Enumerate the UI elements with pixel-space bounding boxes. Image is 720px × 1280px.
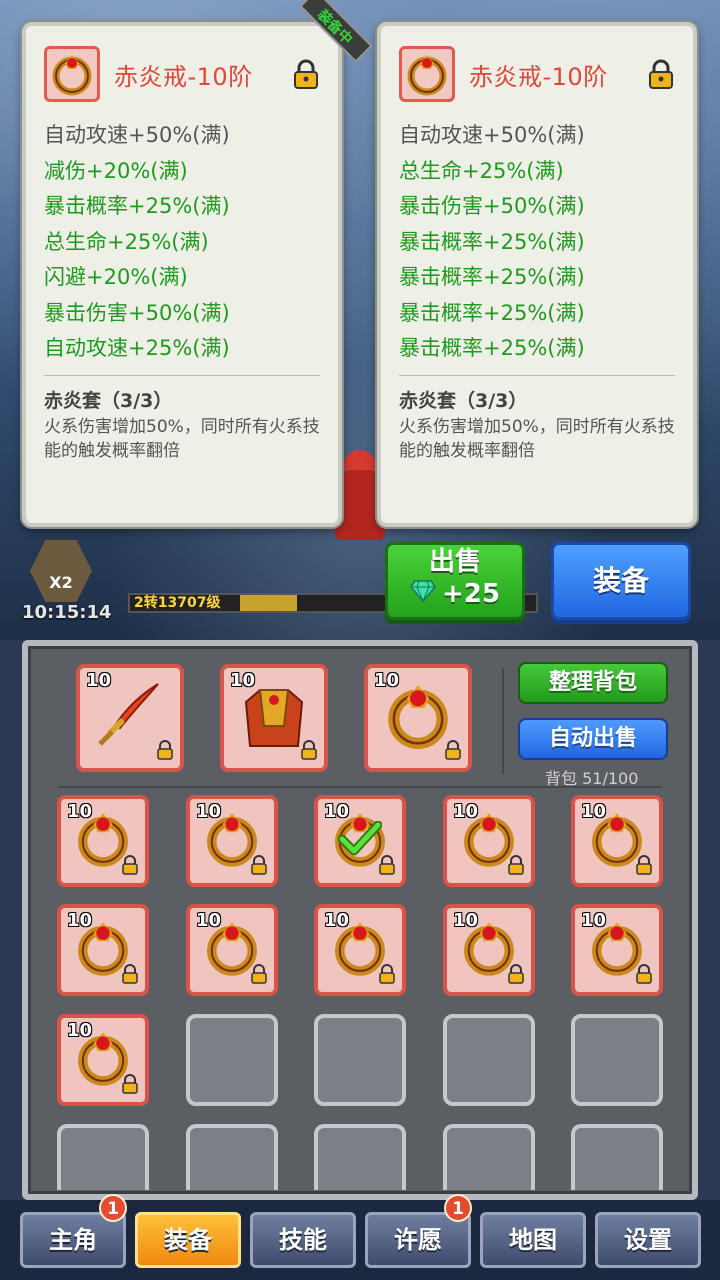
set-description: 火系伤害增加50%，同时所有火系技能的触发概率翻倍 [399, 416, 675, 461]
stat-line: 自动攻速+25%(满) [44, 336, 230, 360]
bag-item-slot[interactable]: 10 [443, 795, 535, 887]
stat-line: 暴击伤害+50%(满) [44, 300, 230, 325]
set-description: 火系伤害增加50%，同时所有火系技能的触发概率翻倍 [44, 416, 320, 461]
bag-item-slot[interactable]: 10 [314, 904, 406, 996]
stat-line: 总生命+25%(满) [399, 158, 564, 183]
empty-bag-slot[interactable] [443, 1124, 535, 1190]
sell-button[interactable]: 出售 +25 [385, 542, 525, 620]
notification-badge: 1 [99, 1194, 127, 1222]
ring-icon [44, 46, 100, 102]
item-stats-list: 自动攻速+50%(满) 减伤+20%(满) 暴击概率+25%(满) 总生命+25%(满… [44, 118, 320, 367]
auto-sell-button[interactable]: 自动出售 [518, 718, 668, 760]
lock-icon [635, 855, 653, 879]
lock-icon [121, 855, 139, 879]
stat-line: 自动攻速+50%(满) [44, 123, 230, 147]
equip-button[interactable]: 装备 [551, 542, 691, 620]
bag-item-slot[interactable]: 10 [186, 795, 278, 887]
stat-line: 减伤+20%(满) [44, 158, 188, 183]
item-stats-list: 自动攻速+50%(满) 总生命+25%(满) 暴击伤害+50%(满) 暴击概率+25%… [399, 118, 675, 367]
sell-label: 出售 [428, 547, 481, 577]
nav-tab[interactable]: 设置 [595, 1212, 701, 1268]
bag-item-slot[interactable]: 10 [314, 795, 406, 887]
stat-line: 暴击概率+25%(满) [399, 265, 585, 289]
empty-bag-slot[interactable] [314, 1014, 406, 1106]
stat-line: 暴击概率+25%(满) [44, 194, 230, 218]
lock-icon[interactable] [292, 59, 320, 89]
equipped-weapon-slot[interactable]: 10 [76, 664, 184, 772]
lock-icon [635, 964, 653, 988]
lock-icon[interactable] [647, 59, 675, 89]
empty-bag-slot[interactable] [571, 1014, 663, 1106]
bag-item-slot[interactable]: 10 [57, 795, 149, 887]
stat-line: 总生命+25%(满) [44, 229, 209, 254]
item-detail-card-equipped: 赤炎戒-10阶 自动攻速+50%(满) 减伤+20%(满) 暴击概率+25%(满) 总… [22, 22, 342, 527]
set-title: 赤炎套（3/3） [399, 389, 528, 412]
stat-line: 自动攻速+50%(满) [399, 123, 585, 147]
notification-badge: 1 [444, 1194, 472, 1222]
lock-icon [300, 740, 318, 764]
lock-icon [250, 964, 268, 988]
item-title: 赤炎戒-10阶 [469, 62, 608, 91]
lock-icon [121, 964, 139, 988]
bag-item-slot[interactable]: 10 [571, 904, 663, 996]
empty-bag-slot[interactable] [57, 1124, 149, 1190]
lock-icon [156, 740, 174, 764]
empty-bag-slot[interactable] [186, 1014, 278, 1106]
lock-icon [507, 964, 525, 988]
clock-text: 10:15:14 [22, 602, 112, 623]
empty-bag-slot[interactable] [443, 1014, 535, 1106]
stat-line: 暴击概率+25%(满) [399, 300, 585, 325]
stat-line: 闪避+20%(满) [44, 265, 188, 289]
level-text: 2转13707级 [134, 595, 221, 611]
gem-icon [410, 579, 436, 609]
level-progress-fill [240, 595, 297, 611]
nav-tab[interactable]: 地图 [480, 1212, 586, 1268]
bag-item-slot[interactable]: 10 [443, 904, 535, 996]
item-title: 赤炎戒-10阶 [114, 62, 253, 91]
equipped-armor-slot[interactable]: 10 [220, 664, 328, 772]
bag-item-slot[interactable]: 10 [186, 904, 278, 996]
ring-icon [399, 46, 455, 102]
selected-check-icon [337, 820, 383, 861]
sell-gain-value: +25 [442, 579, 500, 609]
empty-bag-slot[interactable] [314, 1124, 406, 1190]
empty-bag-slot[interactable] [571, 1124, 663, 1190]
divider [58, 786, 662, 788]
bag-item-slot[interactable]: 10 [57, 904, 149, 996]
lock-icon [378, 964, 396, 988]
empty-bag-slot[interactable] [186, 1124, 278, 1190]
stat-line: 暴击伤害+50%(满) [399, 194, 585, 218]
lock-icon [250, 855, 268, 879]
sort-bag-button[interactable]: 整理背包 [518, 662, 668, 704]
lock-icon [444, 740, 462, 764]
bag-item-slot[interactable]: 10 [57, 1014, 149, 1106]
lock-icon [378, 855, 396, 879]
nav-tab[interactable]: 装备 [135, 1212, 241, 1268]
divider [44, 374, 320, 376]
divider [399, 374, 675, 376]
bag-item-slot[interactable]: 10 [571, 795, 663, 887]
nav-tab[interactable]: 技能 [250, 1212, 356, 1268]
lock-icon [507, 855, 525, 879]
stat-line: 暴击概率+25%(满) [399, 336, 585, 360]
stat-line: 暴击概率+25%(满) [399, 229, 585, 254]
set-title: 赤炎套（3/3） [44, 389, 173, 412]
lock-icon [121, 1074, 139, 1098]
item-detail-card-selected: 赤炎戒-10阶 自动攻速+50%(满) 总生命+25%(满) 暴击伤害+50%(满)… [377, 22, 697, 527]
divider [502, 668, 504, 774]
equipped-ring-slot[interactable]: 10 [364, 664, 472, 772]
